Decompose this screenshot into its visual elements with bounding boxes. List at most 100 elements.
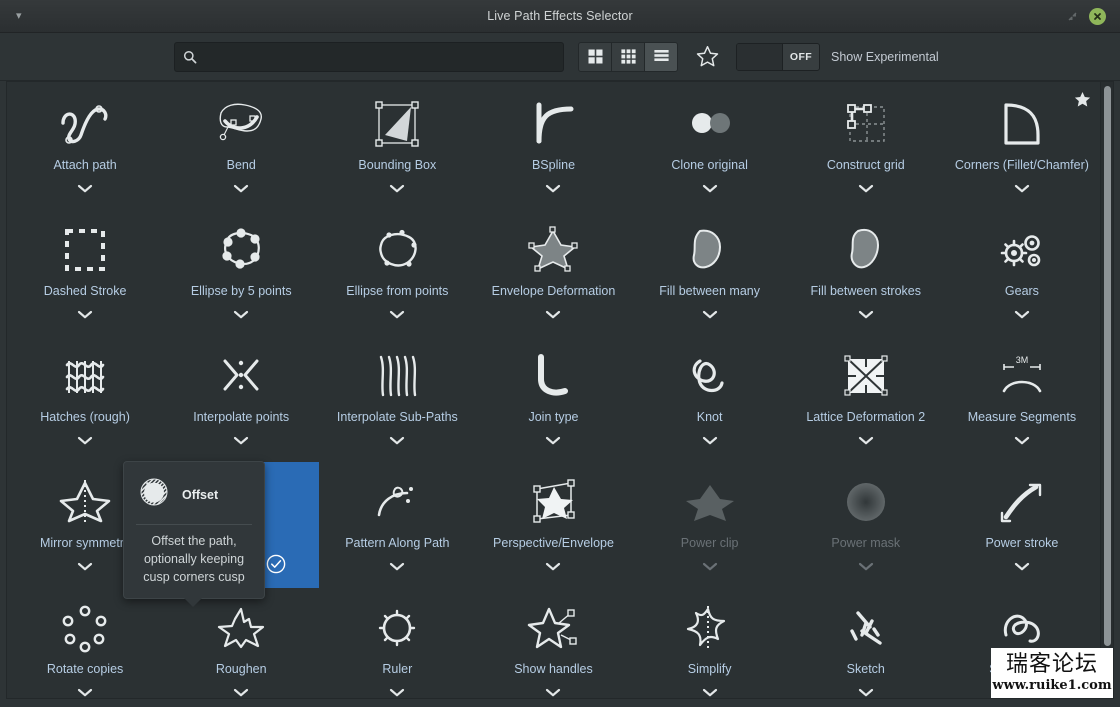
effect-tile[interactable]: Corners (Fillet/Chamfer) bbox=[944, 84, 1100, 210]
effect-tile[interactable]: Interpolate Sub-Paths bbox=[319, 336, 475, 462]
close-button[interactable] bbox=[1089, 7, 1106, 25]
watermark-line-2: www.ruike1.com bbox=[992, 678, 1112, 693]
scrollbar-thumb[interactable] bbox=[1104, 86, 1111, 646]
effect-tile[interactable]: Lattice Deformation 2 bbox=[788, 336, 944, 462]
effect-tile[interactable]: Hatches (rough) bbox=[7, 336, 163, 462]
chevron-down-icon[interactable] bbox=[1014, 308, 1030, 321]
chevron-down-icon[interactable] bbox=[702, 434, 718, 447]
effect-label: Bend bbox=[226, 158, 256, 172]
effect-tile[interactable]: Bend bbox=[163, 84, 319, 210]
interpolate-subpaths-icon bbox=[365, 348, 429, 406]
effect-label: Fill between strokes bbox=[810, 284, 921, 298]
effect-tile[interactable]: Pattern Along Path bbox=[319, 462, 475, 588]
chevron-down-icon[interactable] bbox=[389, 308, 405, 321]
effect-tile[interactable]: Knot bbox=[632, 336, 788, 462]
chevron-down-icon[interactable] bbox=[858, 182, 874, 195]
window-title: Live Path Effects Selector bbox=[487, 9, 633, 23]
effect-tile[interactable]: Dashed Stroke bbox=[7, 210, 163, 336]
chevron-down-icon[interactable] bbox=[389, 182, 405, 195]
effect-tile[interactable]: Ruler bbox=[319, 588, 475, 698]
corners-icon bbox=[990, 96, 1054, 154]
chevron-down-icon[interactable] bbox=[389, 560, 405, 573]
effect-label: Join type bbox=[528, 410, 579, 424]
mirror-symmetry-icon bbox=[53, 474, 117, 532]
vertical-scrollbar[interactable] bbox=[1100, 82, 1113, 698]
window-menu-button[interactable]: ▾ bbox=[0, 10, 60, 22]
chevron-down-icon[interactable] bbox=[77, 560, 93, 573]
ruler-icon bbox=[365, 600, 429, 658]
chevron-down-icon[interactable] bbox=[77, 686, 93, 698]
chevron-down-icon[interactable] bbox=[702, 686, 718, 698]
effect-tile[interactable]: Gears bbox=[944, 210, 1100, 336]
effect-tile[interactable]: Attach path bbox=[7, 84, 163, 210]
effect-tile[interactable]: Simplify bbox=[632, 588, 788, 698]
chevron-down-icon[interactable] bbox=[702, 560, 718, 573]
effect-tile[interactable]: Power stroke bbox=[944, 462, 1100, 588]
effect-tile[interactable]: Clone original bbox=[632, 84, 788, 210]
offset-icon bbox=[136, 474, 172, 515]
perspective-envelope-icon bbox=[521, 474, 585, 532]
effect-tile[interactable]: Bounding Box bbox=[319, 84, 475, 210]
search-box[interactable] bbox=[174, 41, 564, 72]
chevron-down-icon[interactable] bbox=[858, 560, 874, 573]
chevron-down-icon[interactable] bbox=[545, 182, 561, 195]
effect-tile[interactable]: Join type bbox=[475, 336, 631, 462]
chevron-down-icon[interactable] bbox=[233, 686, 249, 698]
chevron-down-icon[interactable] bbox=[1014, 182, 1030, 195]
roughen-icon bbox=[209, 600, 273, 658]
effect-tile[interactable]: 3M Measure Segments bbox=[944, 336, 1100, 462]
chevron-down-icon[interactable] bbox=[233, 434, 249, 447]
sketch-icon bbox=[834, 600, 898, 658]
view-mode-list[interactable] bbox=[644, 41, 678, 72]
effect-tile[interactable]: Fill between many bbox=[632, 210, 788, 336]
chevron-down-icon[interactable] bbox=[389, 434, 405, 447]
chevron-down-icon[interactable] bbox=[858, 434, 874, 447]
chevron-down-icon[interactable] bbox=[545, 308, 561, 321]
apply-check-icon[interactable] bbox=[265, 553, 287, 580]
chevron-down-icon[interactable] bbox=[233, 308, 249, 321]
chevron-down-icon[interactable] bbox=[858, 686, 874, 698]
chevron-down-icon[interactable] bbox=[545, 434, 561, 447]
clone-original-icon bbox=[678, 96, 742, 154]
chevron-down-icon[interactable] bbox=[233, 182, 249, 195]
effect-tile[interactable]: Ellipse by 5 points bbox=[163, 210, 319, 336]
chevron-down-icon[interactable] bbox=[1014, 560, 1030, 573]
effect-tile[interactable]: Show handles bbox=[475, 588, 631, 698]
effect-tile[interactable]: Ellipse from points bbox=[319, 210, 475, 336]
chevron-down-icon[interactable] bbox=[1014, 434, 1030, 447]
chevron-down-icon[interactable] bbox=[77, 308, 93, 321]
effect-tile[interactable]: Sketch bbox=[788, 588, 944, 698]
chevron-down-icon[interactable] bbox=[389, 686, 405, 698]
restore-icon[interactable] bbox=[1066, 10, 1079, 23]
effect-tile[interactable]: Power mask bbox=[788, 462, 944, 588]
effect-label: Bounding Box bbox=[358, 158, 437, 172]
chevron-down-icon[interactable] bbox=[545, 560, 561, 573]
tooltip-description: Offset the path, optionally keeping cusp… bbox=[143, 534, 245, 584]
view-mode-small-grid[interactable] bbox=[611, 41, 645, 72]
chevron-down-icon[interactable] bbox=[77, 434, 93, 447]
effect-label: BSpline bbox=[531, 158, 576, 172]
effect-tile[interactable]: Fill between strokes bbox=[788, 210, 944, 336]
experimental-toggle[interactable]: OFF bbox=[736, 42, 820, 71]
effect-tile[interactable]: Rotate copies bbox=[7, 588, 163, 698]
favorites-filter-button[interactable] bbox=[690, 41, 724, 73]
favorite-star-icon[interactable] bbox=[1073, 90, 1092, 114]
chevron-down-icon[interactable] bbox=[702, 182, 718, 195]
effect-tile[interactable]: Perspective/Envelope bbox=[475, 462, 631, 588]
chevron-down-icon[interactable] bbox=[545, 686, 561, 698]
chevron-down-icon[interactable] bbox=[77, 182, 93, 195]
effect-tile[interactable]: BSpline bbox=[475, 84, 631, 210]
chevron-down-icon[interactable] bbox=[858, 308, 874, 321]
tooltip-title: Offset bbox=[182, 487, 219, 502]
toggle-state-label: OFF bbox=[789, 50, 813, 63]
effect-tile[interactable]: Construct grid bbox=[788, 84, 944, 210]
effect-label: Hatches (rough) bbox=[40, 410, 130, 424]
effect-tile[interactable]: Interpolate points bbox=[163, 336, 319, 462]
chevron-down-icon[interactable] bbox=[702, 308, 718, 321]
effect-tile[interactable]: Envelope Deformation bbox=[475, 210, 631, 336]
ellipse-5-points-icon bbox=[209, 222, 273, 280]
effect-tile[interactable]: Power clip bbox=[632, 462, 788, 588]
view-mode-large-grid[interactable] bbox=[578, 41, 612, 72]
pattern-along-path-icon bbox=[365, 474, 429, 532]
search-input[interactable] bbox=[197, 49, 555, 64]
